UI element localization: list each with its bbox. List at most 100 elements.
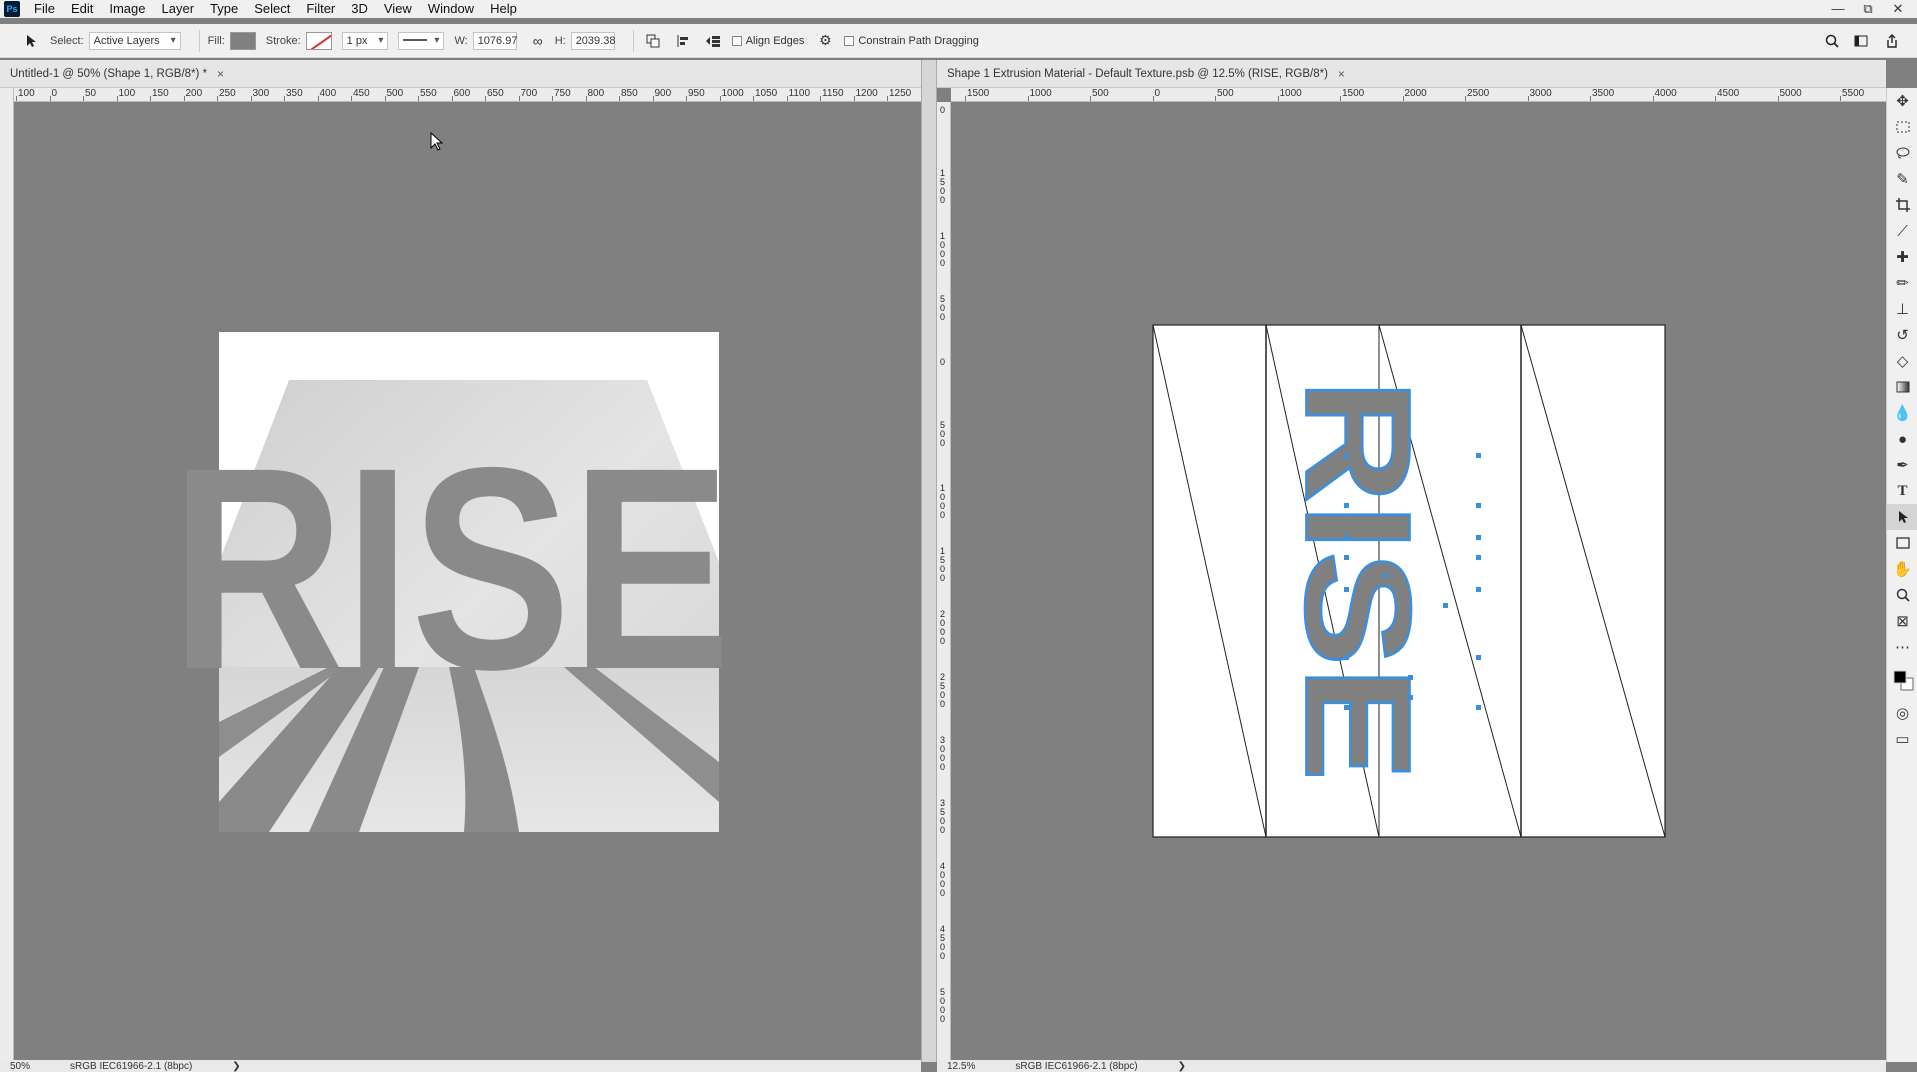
ruler-tick-label: 2000 — [1404, 88, 1427, 99]
brush-tool-icon[interactable]: ✏ — [1887, 270, 1917, 296]
artwork-document: RISE — [171, 332, 731, 832]
color-swatches-icon[interactable] — [1887, 660, 1917, 700]
ruler-tick — [965, 96, 966, 101]
menu-select[interactable]: Select — [246, 0, 298, 18]
blur-tool-icon[interactable]: 💧 — [1887, 400, 1917, 426]
hand-tool-icon[interactable]: ✋ — [1887, 556, 1917, 582]
path-operations-icon[interactable] — [642, 30, 664, 52]
menu-layer[interactable]: Layer — [154, 0, 203, 18]
ruler-tick-label: 4000 — [1654, 88, 1677, 99]
share-icon[interactable] — [1881, 30, 1903, 52]
marquee-tool-icon[interactable] — [1887, 114, 1917, 140]
healing-tool-icon[interactable]: ✚ — [1887, 244, 1917, 270]
path-arrangement-icon[interactable] — [702, 30, 724, 52]
ruler-tick — [1027, 96, 1029, 101]
rectangle-tool-icon[interactable] — [1887, 530, 1917, 556]
more-tools-icon[interactable]: ⋯ — [1887, 634, 1917, 660]
ruler-tick-label: 2500 — [940, 672, 946, 709]
ruler-tick — [1090, 96, 1091, 101]
search-icon[interactable] — [1821, 30, 1843, 52]
ruler-tick-label: 500 — [940, 294, 946, 322]
texture-canvas[interactable]: RISE — [951, 102, 1886, 1060]
pen-tool-icon[interactable]: ✒ — [1887, 452, 1917, 478]
align-edges-checkbox[interactable] — [731, 35, 742, 46]
minimize-button[interactable]: — — [1823, 0, 1853, 18]
ruler-tick-label: 1050 — [755, 88, 778, 99]
menu-window[interactable]: Window — [420, 0, 482, 18]
frame-tool-icon[interactable]: ⊠ — [1887, 608, 1917, 634]
path-select-tool-icon[interactable] — [1887, 504, 1917, 530]
dodge-tool-icon[interactable]: ● — [1887, 426, 1917, 452]
height-input[interactable]: 2039.38 — [570, 31, 615, 50]
document-splitter[interactable] — [921, 60, 937, 1062]
fill-swatch[interactable] — [229, 31, 256, 50]
ruler-tick — [351, 96, 352, 101]
move-tool-icon[interactable]: ✥ — [1887, 88, 1917, 114]
ruler-tick-label: 700 — [520, 88, 538, 99]
doc-tab-untitled[interactable]: Untitled-1 @ 50% (Shape 1, RGB/8*) * × — [0, 60, 234, 88]
vertical-ruler-right: 0 1500 1000 500 0 500 1000 1500 2000 2500 3000 3500… — [937, 102, 951, 1060]
chevron-right-icon[interactable]: ❯ — [232, 1061, 240, 1072]
stroke-type-dropdown[interactable] — [398, 31, 445, 50]
select-dropdown[interactable]: Active Layers — [88, 31, 181, 50]
menu-3d[interactable]: 3D — [343, 0, 376, 18]
ruler-tick — [317, 96, 319, 101]
ruler-tick-label: 300 — [252, 88, 270, 99]
ruler-tick — [418, 96, 419, 101]
constrain-checkbox[interactable] — [844, 35, 855, 46]
chevron-right-icon[interactable]: ❯ — [1178, 1061, 1186, 1072]
width-input[interactable]: 1076.97 — [472, 31, 517, 50]
zoom-tool-icon[interactable] — [1887, 582, 1917, 608]
menu-edit[interactable]: Edit — [63, 0, 101, 18]
gear-icon[interactable]: ⚙ — [814, 30, 836, 52]
path-selection-tool-preset-icon[interactable] — [20, 30, 42, 52]
ruler-tick-label: 0 — [940, 357, 946, 367]
menu-type[interactable]: Type — [202, 0, 246, 18]
screen-mode-icon[interactable]: ▭ — [1887, 726, 1917, 752]
lasso-tool-icon[interactable] — [1887, 140, 1917, 166]
quick-mask-icon[interactable]: ◎ — [1887, 700, 1917, 726]
ruler-tick — [217, 96, 218, 101]
zoom-level[interactable]: 50% — [10, 1061, 30, 1072]
eraser-tool-icon[interactable]: ◇ — [1887, 348, 1917, 374]
texture-text[interactable]: RISE — [1273, 377, 1443, 782]
history-brush-tool-icon[interactable]: ↺ — [1887, 322, 1917, 348]
stamp-tool-icon[interactable]: ⊥ — [1887, 296, 1917, 322]
crop-tool-icon[interactable] — [1887, 192, 1917, 218]
ruler-tick-label: 650 — [487, 88, 504, 99]
menu-help[interactable]: Help — [482, 0, 525, 18]
doc-tab-texture[interactable]: Shape 1 Extrusion Material - Default Tex… — [937, 60, 1355, 88]
workspace-icon[interactable] — [1851, 30, 1873, 52]
align-edges-option: Align Edges — [731, 35, 804, 47]
menu-file[interactable]: File — [26, 0, 63, 18]
menu-image[interactable]: Image — [101, 0, 153, 18]
ruler-tick-label: 100 — [18, 88, 35, 99]
menu-bar: Ps File Edit Image Layer Type Select Fil… — [0, 0, 1917, 18]
zoom-level[interactable]: 12.5% — [947, 1061, 975, 1072]
close-icon[interactable]: × — [1338, 67, 1345, 81]
ruler-tick-label: 350 — [286, 88, 303, 99]
ruler-tick — [853, 96, 855, 101]
canvas-area-left: RISE — [14, 102, 921, 1060]
menu-view[interactable]: View — [376, 0, 420, 18]
link-icon[interactable]: ∞ — [527, 30, 549, 52]
ruler-tick — [49, 96, 51, 101]
ruler-tick — [1777, 96, 1779, 101]
close-icon[interactable]: × — [217, 67, 224, 81]
artwork-canvas[interactable]: RISE — [14, 102, 921, 1060]
ruler-tick-label: 1200 — [855, 88, 878, 99]
height-label: H: — [554, 34, 566, 47]
gradient-tool-icon[interactable] — [1887, 374, 1917, 400]
stroke-swatch[interactable] — [305, 31, 332, 50]
menu-filter[interactable]: Filter — [298, 0, 343, 18]
stroke-width-dropdown[interactable]: 1 px — [341, 31, 389, 50]
eyedropper-tool-icon[interactable]: ⟋ — [1887, 218, 1917, 244]
ruler-tick-label: 2000 — [940, 609, 946, 646]
ruler-tick — [686, 96, 687, 101]
ruler-tick-label: 500 — [386, 88, 404, 99]
close-button[interactable]: ✕ — [1883, 0, 1913, 18]
type-tool-icon[interactable]: T — [1887, 478, 1917, 504]
restore-button[interactable]: ⧉ — [1853, 0, 1883, 18]
quick-select-tool-icon[interactable]: ✎ — [1887, 166, 1917, 192]
path-alignment-icon[interactable] — [672, 30, 694, 52]
